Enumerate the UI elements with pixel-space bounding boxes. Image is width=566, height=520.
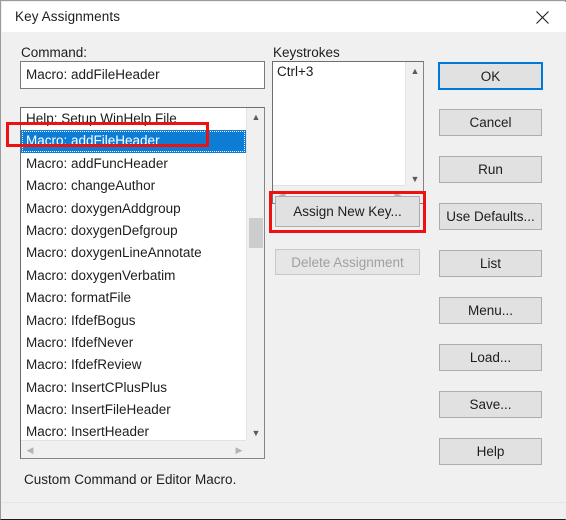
command-list-item[interactable]: Macro: IfdefReview <box>21 354 246 376</box>
keystrokes-label: Keystrokes <box>273 45 340 60</box>
command-vertical-scrollbar[interactable]: ▲ ▼ <box>246 108 264 442</box>
command-list-item[interactable]: Macro: IfdefNever <box>21 332 246 354</box>
assign-new-key-button[interactable]: Assign New Key... <box>275 196 420 227</box>
command-list-item[interactable]: Macro: addFileHeader <box>21 130 246 153</box>
command-list-item[interactable]: Macro: doxygenAddgroup <box>21 198 246 220</box>
use-defaults-button[interactable]: Use Defaults... <box>439 203 542 230</box>
ok-button[interactable]: OK <box>438 62 543 90</box>
command-list-item[interactable]: Macro: IfdefBogus <box>21 310 246 332</box>
command-horizontal-scrollbar[interactable]: ◀ ▶ <box>21 440 248 458</box>
keystrokes-vertical-scrollbar[interactable]: ▲ ▼ <box>405 62 423 188</box>
title-bar: Key Assignments <box>2 2 566 32</box>
command-scroll-up-arrow[interactable]: ▲ <box>247 108 264 126</box>
menu-button[interactable]: Menu... <box>439 297 542 324</box>
command-list-item[interactable]: Macro: InsertHeader <box>21 421 246 440</box>
bottom-separator <box>2 502 566 503</box>
command-scroll-thumb[interactable] <box>249 218 263 248</box>
cancel-button[interactable]: Cancel <box>439 109 542 136</box>
dialog-body: Command: Macro: addFileHeader Keystrokes… <box>2 32 566 519</box>
run-button[interactable]: Run <box>439 156 542 183</box>
command-list[interactable]: Help: Setup WinHelp File Macro: addFileHe… <box>21 108 246 440</box>
command-list-item[interactable]: Macro: addFuncHeader <box>21 153 246 175</box>
command-list-item[interactable]: Macro: InsertCPlusPlus <box>21 377 246 399</box>
status-hint: Custom Command or Editor Macro. <box>24 472 237 487</box>
keystroke-list-item[interactable]: Ctrl+3 <box>273 62 406 82</box>
keystrokes-scroll-up-arrow[interactable]: ▲ <box>406 62 423 80</box>
keystrokes-list-panel[interactable]: Ctrl+3 ▲ ▼ ◀ ▶ <box>272 61 424 204</box>
load-button[interactable]: Load... <box>439 344 542 371</box>
close-button[interactable] <box>520 2 566 32</box>
command-list-item[interactable]: Help: Setup WinHelp File <box>21 108 246 130</box>
command-scroll-left-arrow[interactable]: ◀ <box>21 441 39 458</box>
command-list-item[interactable]: Macro: InsertFileHeader <box>21 399 246 421</box>
save-button[interactable]: Save... <box>439 391 542 418</box>
command-list-item[interactable]: Macro: formatFile <box>21 287 246 309</box>
list-button[interactable]: List <box>439 250 542 277</box>
command-list-panel[interactable]: Help: Setup WinHelp File Macro: addFileHe… <box>20 107 265 459</box>
command-scrollbar-corner <box>246 440 264 458</box>
command-list-item[interactable]: Macro: doxygenDefgroup <box>21 220 246 242</box>
help-button[interactable]: Help <box>439 438 542 465</box>
keystrokes-list[interactable]: Ctrl+3 <box>273 62 406 186</box>
command-input[interactable]: Macro: addFileHeader <box>20 61 265 89</box>
command-label: Command: <box>21 45 88 60</box>
command-list-item[interactable]: Macro: changeAuthor <box>21 175 246 197</box>
command-list-item[interactable]: Macro: doxygenVerbatim <box>21 265 246 287</box>
key-assignments-dialog: Key Assignments Command: Macro: addFileH… <box>0 0 566 520</box>
command-list-item[interactable]: Macro: doxygenLineAnnotate <box>21 242 246 264</box>
delete-assignment-button: Delete Assignment <box>275 249 420 275</box>
window-title: Key Assignments <box>15 9 121 24</box>
